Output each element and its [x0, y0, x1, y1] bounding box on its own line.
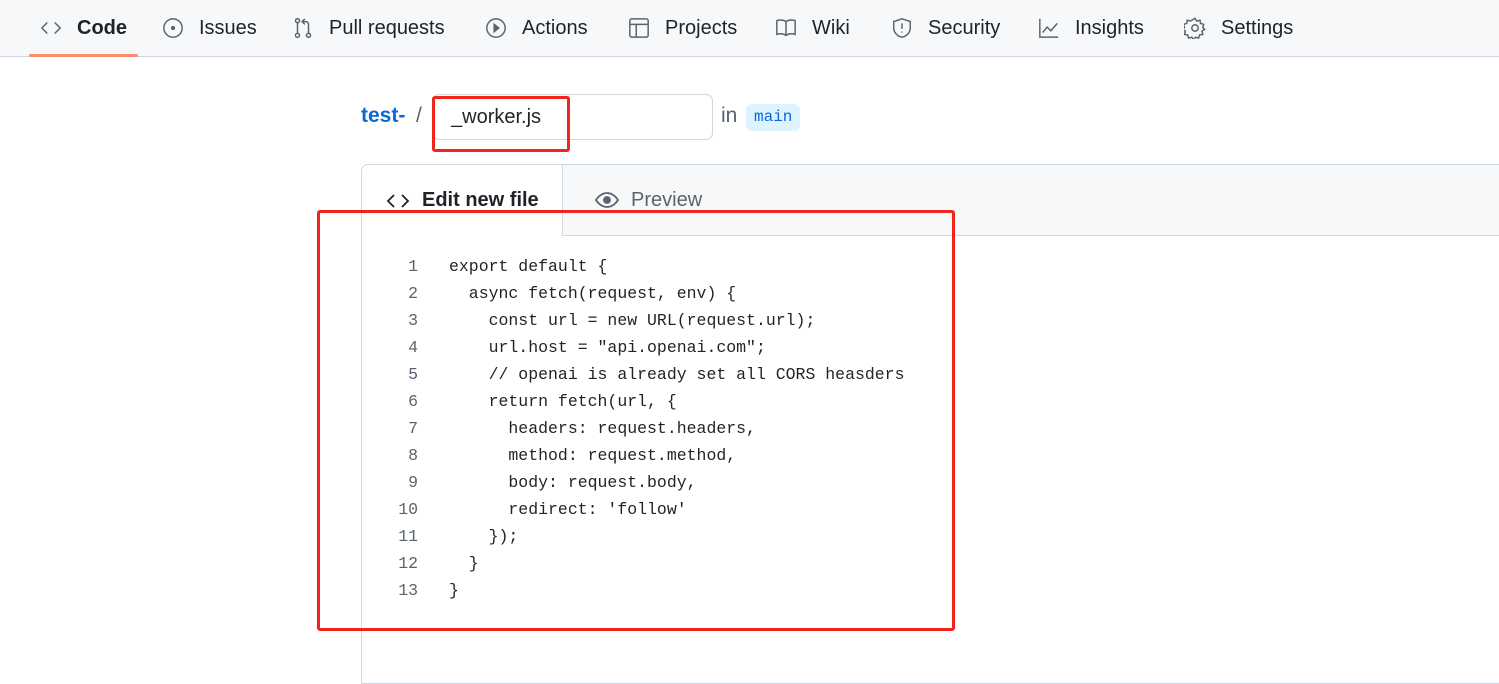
tab-label: Settings	[1221, 16, 1294, 39]
tab-label: Code	[77, 16, 127, 39]
line-number: 3	[408, 311, 418, 330]
filename-input[interactable]	[432, 94, 713, 140]
branch-badge[interactable]: main	[746, 104, 801, 131]
code-line[interactable]: 3 const url = new URL(request.url);	[362, 307, 904, 334]
line-number: 4	[408, 338, 418, 357]
shield-icon	[893, 18, 911, 38]
line-number: 12	[398, 554, 418, 573]
tab-label: Insights	[1075, 16, 1144, 39]
line-number: 11	[398, 527, 418, 546]
code-icon	[40, 21, 62, 35]
code-line[interactable]: 11 });	[362, 523, 904, 550]
line-content: method: request.method,	[449, 446, 737, 465]
tab-settings[interactable]: Settings	[1184, 0, 1293, 56]
book-icon	[776, 19, 796, 37]
tab-actions[interactable]: Actions	[485, 0, 588, 56]
code-icon	[386, 193, 410, 208]
gear-icon	[1184, 17, 1206, 39]
tab-label: Wiki	[812, 16, 850, 39]
tab-issues[interactable]: Issues	[162, 0, 257, 56]
tab-projects[interactable]: Projects	[628, 0, 737, 56]
code-line[interactable]: 10 redirect: 'follow'	[362, 496, 904, 523]
code-line[interactable]: 6 return fetch(url, {	[362, 388, 904, 415]
line-content: // openai is already set all CORS heasde…	[449, 365, 905, 384]
tab-security[interactable]: Security	[891, 0, 1000, 56]
tab-label: Actions	[522, 16, 588, 39]
eye-icon	[595, 192, 619, 208]
line-content: return fetch(url, {	[449, 392, 677, 411]
line-number: 6	[408, 392, 418, 411]
tab-insights[interactable]: Insights	[1038, 0, 1144, 56]
line-number: 5	[408, 365, 418, 384]
line-number: 9	[408, 473, 418, 492]
code-line[interactable]: 1 export default {	[362, 253, 904, 280]
line-content: });	[449, 527, 519, 546]
tab-label: Projects	[665, 16, 738, 39]
code-area[interactable]: 1 export default { 2 async fetch(request, …	[362, 253, 904, 604]
tab-label: Edit new file	[422, 189, 539, 211]
code-line[interactable]: 5 // openai is already set all CORS heas…	[362, 361, 904, 388]
pull-request-icon	[294, 17, 312, 39]
line-content: body: request.body,	[449, 473, 697, 492]
tab-label: Pull requests	[329, 16, 445, 39]
line-number: 13	[398, 581, 418, 600]
editor-header: Edit new file Preview	[362, 165, 1499, 236]
line-number: 8	[408, 446, 418, 465]
tab-pull-requests[interactable]: Pull requests	[292, 0, 445, 56]
tab-wiki[interactable]: Wiki	[775, 0, 850, 56]
table-icon	[629, 18, 649, 38]
code-line[interactable]: 2 async fetch(request, env) {	[362, 280, 904, 307]
in-label: in	[721, 104, 738, 127]
code-line[interactable]: 4 url.host = "api.openai.com";	[362, 334, 904, 361]
tab-edit-new-file[interactable]: Edit new file	[362, 165, 563, 236]
code-line[interactable]: 9 body: request.body,	[362, 469, 904, 496]
line-content: export default {	[449, 257, 608, 276]
code-line[interactable]: 7 headers: request.headers,	[362, 415, 904, 442]
line-content: async fetch(request, env) {	[449, 284, 737, 303]
line-number: 1	[408, 257, 418, 276]
tab-label: Security	[928, 16, 1001, 39]
line-number: 2	[408, 284, 418, 303]
line-number: 10	[398, 500, 418, 519]
tab-label: Preview	[631, 188, 703, 211]
graph-icon	[1039, 18, 1059, 38]
line-content: url.host = "api.openai.com";	[449, 338, 766, 357]
file-editor: Edit new file Preview 1 export default { 2…	[361, 164, 1499, 684]
code-line[interactable]: 13}	[362, 577, 904, 604]
line-content: const url = new URL(request.url);	[449, 311, 816, 330]
line-number: 7	[408, 419, 418, 438]
play-icon	[486, 18, 506, 38]
repo-link[interactable]: test-	[361, 104, 405, 128]
line-content: }	[449, 581, 459, 600]
tab-preview[interactable]: Preview	[563, 165, 702, 235]
active-tab-underline	[29, 54, 138, 57]
repo-nav: Code Issues Pull requests Actions Projec…	[0, 0, 1499, 57]
code-line[interactable]: 8 method: request.method,	[362, 442, 904, 469]
tab-label: Issues	[199, 16, 257, 39]
code-line[interactable]: 12 }	[362, 550, 904, 577]
issue-circle-icon	[163, 18, 183, 38]
line-content: headers: request.headers,	[449, 419, 756, 438]
tab-code[interactable]: Code	[40, 0, 127, 56]
line-content: }	[449, 554, 479, 573]
line-content: redirect: 'follow'	[449, 500, 687, 519]
breadcrumb-separator: /	[416, 104, 422, 127]
